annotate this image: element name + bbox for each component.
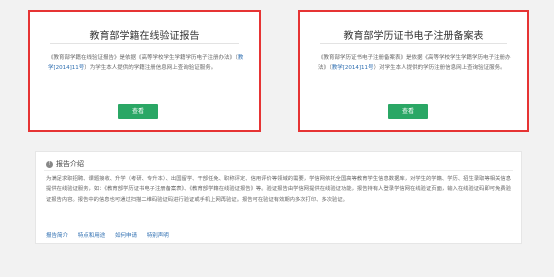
link-special-statement[interactable]: 特别声明	[147, 233, 169, 239]
intro-heading-text: 报告介绍	[56, 160, 84, 168]
intro-links: 报告简介 特点和用途 如何申请 特别声明	[46, 231, 177, 239]
link-how-to-apply[interactable]: 如何申请	[115, 233, 137, 239]
desc-text: ）为学生本人提供的学籍注册信息网上查询验证服务。	[84, 65, 217, 71]
card-xueji-report: 教育部学籍在线验证报告 《教育部学籍在线验证报告》是依据《高等学校学生学籍学历电…	[28, 10, 261, 132]
divider	[44, 170, 513, 171]
intro-body-text: 为满足求职招聘、课题接收、升学（考研、专升本）、出国留学、干部任免、职称评定、信…	[46, 176, 511, 203]
card-title: 教育部学历证书电子注册备案表	[343, 31, 484, 42]
card-description: 《教育部学历证书电子注册备案表》是依据《高等学校学生学籍学历电子注册办法》（教学…	[318, 53, 513, 73]
card-title: 教育部学籍在线验证报告	[89, 31, 200, 42]
intro-heading: ! 报告介绍	[46, 159, 84, 169]
report-intro-panel: ! 报告介绍 为满足求职招聘、课题接收、升学（考研、专升本）、出国留学、干部任免、…	[35, 151, 522, 244]
doc-link[interactable]: 教学[2014]11号	[332, 65, 374, 71]
view-button[interactable]: 查看	[118, 104, 158, 119]
link-report-summary[interactable]: 报告简介	[46, 233, 68, 239]
desc-text: ）对学生本人提供的学历注册信息网上查询验证服务。	[373, 65, 506, 71]
view-button[interactable]: 查看	[388, 104, 428, 119]
info-icon: !	[46, 160, 53, 168]
card-description: 《教育部学籍在线验证报告》是依据《高等学校学生学籍学历电子注册办法》（教学[20…	[48, 53, 245, 73]
card-xueli-record: 教育部学历证书电子注册备案表 《教育部学历证书电子注册备案表》是依据《高等学校学…	[298, 10, 529, 132]
desc-text: 《教育部学籍在线验证报告》是依据《高等学校学生学籍学历电子注册办法》（	[48, 55, 238, 61]
divider	[320, 43, 507, 44]
divider	[50, 43, 239, 44]
link-features[interactable]: 特点和用途	[78, 233, 106, 239]
